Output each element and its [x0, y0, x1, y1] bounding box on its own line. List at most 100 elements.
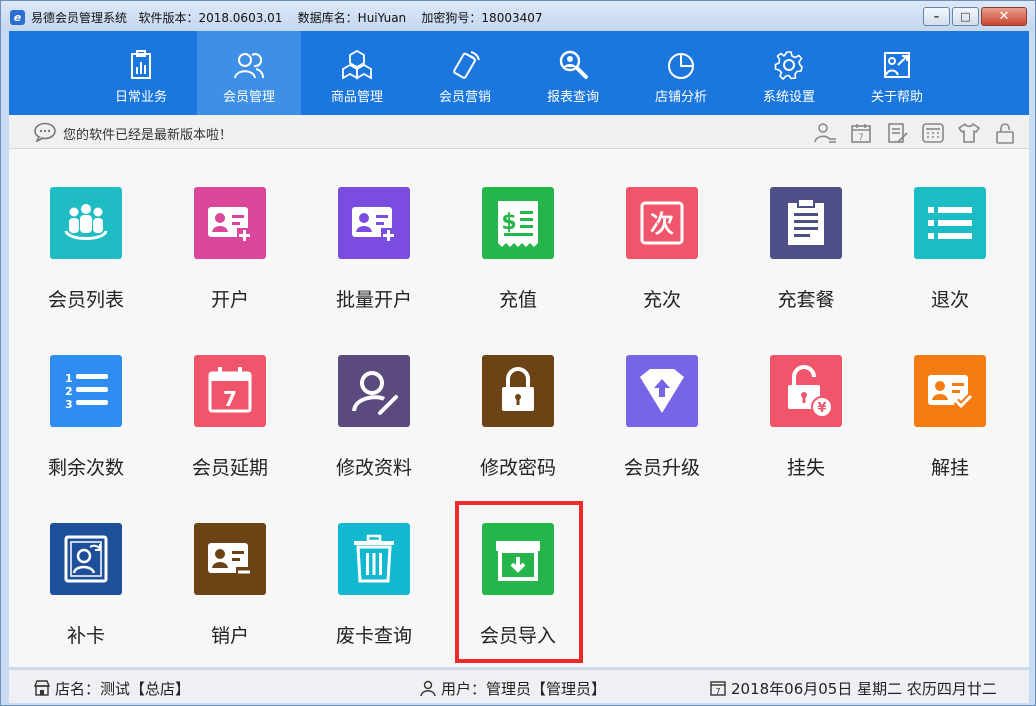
numbered-list-icon: 1 2 3 [50, 355, 122, 427]
tile-label: 充值 [498, 289, 537, 311]
lock-icon [482, 355, 554, 427]
close-button[interactable]: ✕ [981, 7, 1027, 26]
nav-member-marketing[interactable]: 会员营销 [413, 31, 517, 115]
tile-member-list[interactable]: 会员列表 [26, 187, 146, 327]
main-nav: 日常业务 会员管理 商品管理 会员营销 报表查询 店铺分析 系统设置 关于帮助 [9, 31, 1029, 115]
selection-highlight [455, 501, 583, 663]
tile-label: 剩余次数 [47, 457, 124, 479]
nav-member-management[interactable]: 会员管理 [197, 31, 301, 115]
tile-report-loss[interactable]: ¥ 挂失 [746, 355, 866, 495]
user-name: 用户：管理员【管理员】 [441, 680, 607, 698]
tile-recharge-times[interactable]: 次 充次 [602, 187, 722, 327]
maximize-icon: □ [960, 10, 971, 23]
nav-label: 关于帮助 [870, 90, 923, 105]
nav-store-analysis[interactable]: 店铺分析 [629, 31, 733, 115]
nav-about-help[interactable]: 关于帮助 [845, 31, 949, 115]
current-date: 2018年06月05日 星期二 农历四月廿二 [731, 680, 997, 698]
tile-open-account[interactable]: 开户 [170, 187, 290, 327]
portrait-refresh-icon [50, 523, 122, 595]
app-logo-icon: e [10, 10, 25, 25]
id-card-check-icon [914, 355, 986, 427]
times-char-icon: 次 [626, 187, 698, 259]
tile-recharge-package[interactable]: 充套餐 [746, 187, 866, 327]
tile-label: 挂失 [786, 457, 825, 479]
tile-label: 解挂 [930, 457, 969, 479]
tile-refund-times[interactable]: 退次 [890, 187, 1010, 327]
nav-daily-business[interactable]: 日常业务 [89, 31, 193, 115]
note-edit-icon[interactable] [885, 121, 909, 145]
status-bar: 店名：测试【总店】 用户：管理员【管理员】 7 2018年06月05日 星期二 … [9, 669, 1029, 703]
clipboard-chart-icon [131, 50, 151, 79]
tile-recharge[interactable]: $ 充值 [458, 187, 578, 327]
nav-product-management[interactable]: 商品管理 [305, 31, 409, 115]
user-edit-icon [338, 355, 410, 427]
svg-text:$: $ [501, 210, 516, 235]
tile-member-upgrade[interactable]: 会员升级 [602, 355, 722, 495]
calendar-icon: 7 [194, 355, 266, 427]
tile-label: 会员升级 [623, 457, 700, 479]
tile-label: 批量开户 [335, 289, 412, 311]
svg-text:2: 2 [65, 385, 73, 398]
lock-icon[interactable] [993, 121, 1017, 145]
tile-close-account[interactable]: 销户 [170, 523, 290, 663]
package-doc-icon [770, 187, 842, 259]
svg-text:次: 次 [650, 210, 674, 238]
status-user: 用户：管理员【管理员】 [419, 678, 606, 699]
close-icon: ✕ [998, 9, 1010, 24]
tile-label: 充次 [642, 289, 681, 311]
list-icon [914, 187, 986, 259]
receipt-dollar-icon: $ [482, 187, 554, 259]
phone-tag-icon [453, 51, 480, 79]
tile-member-extension[interactable]: 7 会员延期 [170, 355, 290, 495]
nav-label: 系统设置 [762, 90, 815, 105]
calculator-icon[interactable] [921, 121, 945, 145]
user-icon [420, 680, 436, 696]
tile-remaining-times[interactable]: 1 2 3 剩余次数 [26, 355, 146, 495]
nav-report-query[interactable]: 报表查询 [521, 31, 625, 115]
function-grid: 会员列表 开户 批量开户 $ 充值 次 充次 充套餐 退次 1 2 3 剩余次数… [9, 149, 1029, 667]
store-icon [33, 680, 51, 696]
tile-cancel-loss[interactable]: 解挂 [890, 355, 1010, 495]
tile-void-card-query[interactable]: 废卡查询 [314, 523, 434, 663]
id-card-remove-icon [194, 523, 266, 595]
gear-icon [774, 51, 803, 80]
nav-label: 日常业务 [114, 90, 167, 105]
id-card-add-icon [194, 187, 266, 259]
svg-text:3: 3 [65, 398, 73, 411]
tile-label: 开户 [210, 289, 249, 311]
svg-text:7: 7 [223, 387, 237, 411]
boxes-icon [342, 49, 372, 80]
status-date: 7 2018年06月05日 星期二 农历四月廿二 [709, 678, 997, 699]
minimize-button[interactable]: – [923, 7, 950, 26]
tile-change-password[interactable]: 修改密码 [458, 355, 578, 495]
user-switch-icon[interactable] [813, 121, 837, 145]
calendar-icon: 7 [710, 681, 726, 696]
tile-label: 修改密码 [479, 457, 556, 479]
tile-label: 会员延期 [191, 457, 268, 479]
status-store: 店名：测试【总店】 [33, 678, 190, 699]
nav-label: 报表查询 [546, 90, 599, 105]
tile-label: 会员列表 [47, 289, 124, 311]
tile-reissue-card[interactable]: 补卡 [26, 523, 146, 663]
tile-label: 充套餐 [777, 289, 835, 311]
nav-system-settings[interactable]: 系统设置 [737, 31, 841, 115]
members-icon [234, 53, 264, 79]
main-window: e 易德会员管理系统 软件版本：2018.0603.01 数据库名：HuiYua… [0, 0, 1036, 706]
shirt-icon[interactable] [957, 121, 981, 145]
trash-icon [338, 523, 410, 595]
tile-edit-profile[interactable]: 修改资料 [314, 355, 434, 495]
tile-label: 补卡 [66, 625, 105, 647]
svg-text:7: 7 [715, 687, 720, 696]
svg-text:7: 7 [858, 133, 864, 143]
svg-text:¥: ¥ [817, 401, 826, 416]
nav-label: 会员营销 [438, 90, 491, 105]
maximize-button[interactable]: □ [952, 7, 979, 26]
tile-batch-open-account[interactable]: 批量开户 [314, 187, 434, 327]
svg-text:1: 1 [65, 372, 73, 385]
notice-bar: 您的软件已经是最新版本啦！ 7 [9, 115, 1029, 149]
help-board-icon [884, 52, 910, 78]
id-card-add-icon [338, 187, 410, 259]
calendar-icon[interactable]: 7 [849, 121, 873, 145]
nav-label: 会员管理 [222, 90, 275, 105]
title-bar: e 易德会员管理系统 软件版本：2018.0603.01 数据库名：HuiYua… [1, 1, 1035, 31]
